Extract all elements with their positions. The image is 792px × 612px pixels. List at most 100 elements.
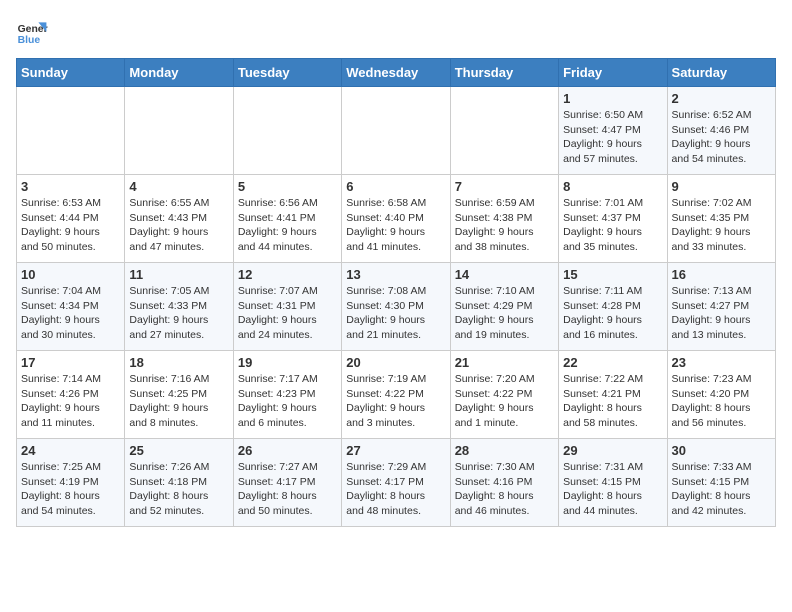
day-info: Sunrise: 7:14 AM Sunset: 4:26 PM Dayligh… <box>21 372 120 431</box>
calendar-cell: 19 Sunrise: 7:17 AM Sunset: 4:23 PM Dayli… <box>233 351 341 439</box>
calendar-cell: 13 Sunrise: 7:08 AM Sunset: 4:30 PM Dayli… <box>342 263 450 351</box>
day-info: Sunrise: 7:31 AM Sunset: 4:15 PM Dayligh… <box>563 460 662 519</box>
day-number: 30 <box>672 443 771 458</box>
day-info: Sunrise: 7:07 AM Sunset: 4:31 PM Dayligh… <box>238 284 337 343</box>
day-number: 14 <box>455 267 554 282</box>
day-number: 12 <box>238 267 337 282</box>
calendar-cell: 23 Sunrise: 7:23 AM Sunset: 4:20 PM Dayli… <box>667 351 775 439</box>
day-number: 17 <box>21 355 120 370</box>
day-info: Sunrise: 7:30 AM Sunset: 4:16 PM Dayligh… <box>455 460 554 519</box>
day-info: Sunrise: 6:58 AM Sunset: 4:40 PM Dayligh… <box>346 196 445 255</box>
day-info: Sunrise: 7:17 AM Sunset: 4:23 PM Dayligh… <box>238 372 337 431</box>
calendar-cell: 21 Sunrise: 7:20 AM Sunset: 4:22 PM Dayli… <box>450 351 558 439</box>
day-of-week-header: Tuesday <box>233 59 341 87</box>
day-info: Sunrise: 7:05 AM Sunset: 4:33 PM Dayligh… <box>129 284 228 343</box>
day-number: 18 <box>129 355 228 370</box>
day-number: 10 <box>21 267 120 282</box>
day-info: Sunrise: 7:29 AM Sunset: 4:17 PM Dayligh… <box>346 460 445 519</box>
day-info: Sunrise: 7:22 AM Sunset: 4:21 PM Dayligh… <box>563 372 662 431</box>
calendar-cell: 12 Sunrise: 7:07 AM Sunset: 4:31 PM Dayli… <box>233 263 341 351</box>
day-of-week-header: Saturday <box>667 59 775 87</box>
calendar-cell: 15 Sunrise: 7:11 AM Sunset: 4:28 PM Dayli… <box>559 263 667 351</box>
day-info: Sunrise: 7:13 AM Sunset: 4:27 PM Dayligh… <box>672 284 771 343</box>
day-number: 13 <box>346 267 445 282</box>
calendar-cell: 22 Sunrise: 7:22 AM Sunset: 4:21 PM Dayli… <box>559 351 667 439</box>
day-info: Sunrise: 7:26 AM Sunset: 4:18 PM Dayligh… <box>129 460 228 519</box>
day-number: 20 <box>346 355 445 370</box>
calendar-cell: 27 Sunrise: 7:29 AM Sunset: 4:17 PM Dayli… <box>342 439 450 527</box>
calendar-cell: 7Sunrise: 6:59 AM Sunset: 4:38 PM Daylig… <box>450 175 558 263</box>
calendar-cell: 25 Sunrise: 7:26 AM Sunset: 4:18 PM Dayli… <box>125 439 233 527</box>
calendar-cell: 14Sunrise: 7:10 AM Sunset: 4:29 PM Dayli… <box>450 263 558 351</box>
day-info: Sunrise: 7:08 AM Sunset: 4:30 PM Dayligh… <box>346 284 445 343</box>
calendar-cell: 8 Sunrise: 7:01 AM Sunset: 4:37 PM Daylig… <box>559 175 667 263</box>
day-info: Sunrise: 7:02 AM Sunset: 4:35 PM Dayligh… <box>672 196 771 255</box>
calendar-cell: 1 Sunrise: 6:50 AM Sunset: 4:47 PM Daylig… <box>559 87 667 175</box>
day-info: Sunrise: 7:27 AM Sunset: 4:17 PM Dayligh… <box>238 460 337 519</box>
day-number: 29 <box>563 443 662 458</box>
calendar-cell: 11 Sunrise: 7:05 AM Sunset: 4:33 PM Dayli… <box>125 263 233 351</box>
day-info: Sunrise: 7:16 AM Sunset: 4:25 PM Dayligh… <box>129 372 228 431</box>
calendar-week-row: 3Sunrise: 6:53 AM Sunset: 4:44 PM Daylig… <box>17 175 776 263</box>
day-info: Sunrise: 6:52 AM Sunset: 4:46 PM Dayligh… <box>672 108 771 167</box>
calendar-cell: 20 Sunrise: 7:19 AM Sunset: 4:22 PM Dayli… <box>342 351 450 439</box>
day-info: Sunrise: 7:20 AM Sunset: 4:22 PM Dayligh… <box>455 372 554 431</box>
day-info: Sunrise: 6:50 AM Sunset: 4:47 PM Dayligh… <box>563 108 662 167</box>
day-info: Sunrise: 7:33 AM Sunset: 4:15 PM Dayligh… <box>672 460 771 519</box>
calendar-cell <box>125 87 233 175</box>
calendar-week-row: 17 Sunrise: 7:14 AM Sunset: 4:26 PM Dayli… <box>17 351 776 439</box>
day-number: 8 <box>563 179 662 194</box>
day-number: 9 <box>672 179 771 194</box>
calendar-cell: 18 Sunrise: 7:16 AM Sunset: 4:25 PM Dayli… <box>125 351 233 439</box>
calendar-week-row: 24 Sunrise: 7:25 AM Sunset: 4:19 PM Dayli… <box>17 439 776 527</box>
calendar-cell: 4Sunrise: 6:55 AM Sunset: 4:43 PM Daylig… <box>125 175 233 263</box>
day-number: 19 <box>238 355 337 370</box>
calendar-cell: 9 Sunrise: 7:02 AM Sunset: 4:35 PM Daylig… <box>667 175 775 263</box>
logo-icon: General Blue <box>16 16 48 48</box>
day-info: Sunrise: 6:53 AM Sunset: 4:44 PM Dayligh… <box>21 196 120 255</box>
day-number: 11 <box>129 267 228 282</box>
calendar-cell: 3Sunrise: 6:53 AM Sunset: 4:44 PM Daylig… <box>17 175 125 263</box>
day-number: 21 <box>455 355 554 370</box>
calendar-cell: 29 Sunrise: 7:31 AM Sunset: 4:15 PM Dayli… <box>559 439 667 527</box>
calendar-cell: 30 Sunrise: 7:33 AM Sunset: 4:15 PM Dayli… <box>667 439 775 527</box>
calendar-week-row: 10 Sunrise: 7:04 AM Sunset: 4:34 PM Dayli… <box>17 263 776 351</box>
calendar-header-row: SundayMondayTuesdayWednesdayThursdayFrid… <box>17 59 776 87</box>
day-info: Sunrise: 7:19 AM Sunset: 4:22 PM Dayligh… <box>346 372 445 431</box>
calendar-cell: 5Sunrise: 6:56 AM Sunset: 4:41 PM Daylig… <box>233 175 341 263</box>
day-of-week-header: Wednesday <box>342 59 450 87</box>
svg-text:Blue: Blue <box>18 35 41 46</box>
day-number: 25 <box>129 443 228 458</box>
day-number: 5 <box>238 179 337 194</box>
day-number: 7 <box>455 179 554 194</box>
day-number: 22 <box>563 355 662 370</box>
calendar-cell: 10 Sunrise: 7:04 AM Sunset: 4:34 PM Dayli… <box>17 263 125 351</box>
day-number: 2 <box>672 91 771 106</box>
calendar-cell: 26 Sunrise: 7:27 AM Sunset: 4:17 PM Dayli… <box>233 439 341 527</box>
day-number: 27 <box>346 443 445 458</box>
day-number: 23 <box>672 355 771 370</box>
day-of-week-header: Monday <box>125 59 233 87</box>
day-number: 4 <box>129 179 228 194</box>
day-info: Sunrise: 7:11 AM Sunset: 4:28 PM Dayligh… <box>563 284 662 343</box>
calendar-cell: 16Sunrise: 7:13 AM Sunset: 4:27 PM Dayli… <box>667 263 775 351</box>
calendar-week-row: 1 Sunrise: 6:50 AM Sunset: 4:47 PM Daylig… <box>17 87 776 175</box>
day-info: Sunrise: 7:01 AM Sunset: 4:37 PM Dayligh… <box>563 196 662 255</box>
calendar-cell: 24 Sunrise: 7:25 AM Sunset: 4:19 PM Dayli… <box>17 439 125 527</box>
day-number: 1 <box>563 91 662 106</box>
day-info: Sunrise: 7:04 AM Sunset: 4:34 PM Dayligh… <box>21 284 120 343</box>
calendar-cell: 28 Sunrise: 7:30 AM Sunset: 4:16 PM Dayli… <box>450 439 558 527</box>
calendar-cell: 17 Sunrise: 7:14 AM Sunset: 4:26 PM Dayli… <box>17 351 125 439</box>
day-info: Sunrise: 7:23 AM Sunset: 4:20 PM Dayligh… <box>672 372 771 431</box>
logo: General Blue <box>16 16 48 48</box>
day-number: 26 <box>238 443 337 458</box>
day-number: 15 <box>563 267 662 282</box>
calendar-cell <box>233 87 341 175</box>
day-info: Sunrise: 7:25 AM Sunset: 4:19 PM Dayligh… <box>21 460 120 519</box>
page-header: General Blue <box>16 16 776 48</box>
day-number: 24 <box>21 443 120 458</box>
day-number: 28 <box>455 443 554 458</box>
calendar-cell: 2 Sunrise: 6:52 AM Sunset: 4:46 PM Daylig… <box>667 87 775 175</box>
day-number: 6 <box>346 179 445 194</box>
calendar-cell <box>17 87 125 175</box>
